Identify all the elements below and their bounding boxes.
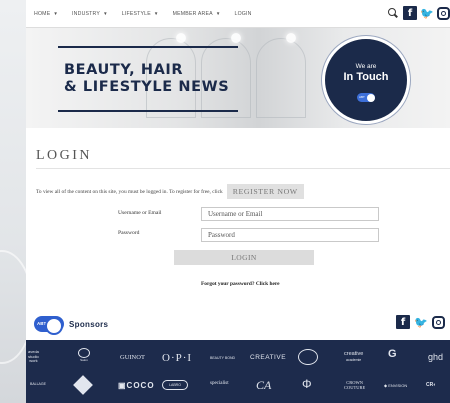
sponsor-logo-cr[interactable]: CR◐ [426,382,436,388]
login-button[interactable]: LOGIN [174,250,314,265]
username-label: Username or Email [118,210,162,216]
sponsor-logo-envision[interactable]: ◆ ENVISION [384,383,407,388]
forgot-password-link[interactable]: Forgot your password? Click here [201,281,280,287]
sponsor-logo-g[interactable]: G [388,348,397,360]
nav-item-member-area[interactable]: MEMBER AREA ▼ [173,11,221,17]
nav-item-home[interactable]: HOME ▼ [34,11,58,17]
background-left [0,0,34,403]
social-bottom: f 🐦 [396,315,445,329]
instagram-icon[interactable] [437,6,450,20]
sponsors-label: Sponsors [69,319,109,329]
chevron-down-icon: ▼ [53,11,59,16]
banner-rule-top [58,46,238,48]
nav-item-industry[interactable]: INDUSTRY ▼ [72,11,108,17]
twitter-icon[interactable]: 🐦 [420,6,434,20]
chevron-down-icon: ▼ [215,11,221,16]
social-top: f 🐦 [386,6,450,20]
username-input[interactable]: Username or Email [201,207,379,221]
nav-item-lifestyle[interactable]: LIFESTYLE ▼ [122,11,159,17]
page-title: LOGIN [36,148,93,163]
search-icon[interactable] [386,6,400,20]
abt-logo-icon: ABT [357,93,375,102]
register-now-button[interactable]: REGISTER NOW [226,184,304,199]
sponsors-header: ABT Sponsors [34,316,109,335]
sponsor-logo-aveda[interactable]: aveda studio work [28,349,39,364]
sponsor-logo-world[interactable] [298,349,318,365]
divider [36,168,450,169]
facebook-icon[interactable]: f [396,315,410,329]
sponsor-logo-crown-couture[interactable]: CROWN COUTURE [344,380,365,390]
sponsor-logo-beauty[interactable]: BEAUTY BOND [210,356,235,360]
chevron-down-icon: ▼ [103,11,108,16]
sponsor-logo-creative-academie[interactable]: creative academie [344,351,363,363]
abt-logo-icon: ABT [34,316,64,335]
sponsor-logo-ghd[interactable]: ghd [428,352,443,362]
sponsor-logo-specialist[interactable]: specialist [210,381,229,386]
sponsor-logo-labro[interactable]: LABRO [162,380,188,390]
password-label: Password [118,230,140,236]
hero-banner: BEAUTY, HAIR & LIFESTYLE NEWS We are In … [26,28,450,128]
sponsor-logo-guinot[interactable]: GUINOT [120,354,145,361]
sponsors-footer: aveda studio work Salon GUINOT O·P·I BEAUT… [26,340,450,403]
login-intro: To view all of the content on this site,… [36,184,304,199]
sponsor-logo-globe[interactable]: Salon [72,348,96,362]
password-input[interactable]: Password [201,228,379,242]
twitter-icon[interactable]: 🐦 [414,315,428,329]
banner-rule-bottom [58,110,238,112]
sponsor-logo-opi[interactable]: O·P·I [162,352,192,364]
instagram-icon[interactable] [432,315,445,329]
facebook-icon[interactable]: f [403,6,417,20]
banner-title: BEAUTY, HAIR & LIFESTYLE NEWS [64,62,230,95]
chevron-down-icon: ▼ [153,11,159,16]
page: HOME ▼ INDUSTRY ▼ LIFESTYLE ▼ MEMBER AREA ▼ … [26,0,450,403]
in-touch-badge[interactable]: We are In Touch ABT [322,36,410,124]
sponsor-logo-creative[interactable]: CREATIVE [250,354,286,361]
nav-item-login[interactable]: LOGIN [234,11,251,17]
sponsor-logo-coco[interactable]: ▣COCO [118,381,155,390]
sponsor-logo-phi[interactable]: Φ [302,377,312,391]
sponsor-logo-ca[interactable]: CA [256,378,271,393]
sponsor-logo-diamond[interactable] [73,375,93,395]
sponsor-logo-ballage[interactable]: BALLAGE [30,382,46,386]
